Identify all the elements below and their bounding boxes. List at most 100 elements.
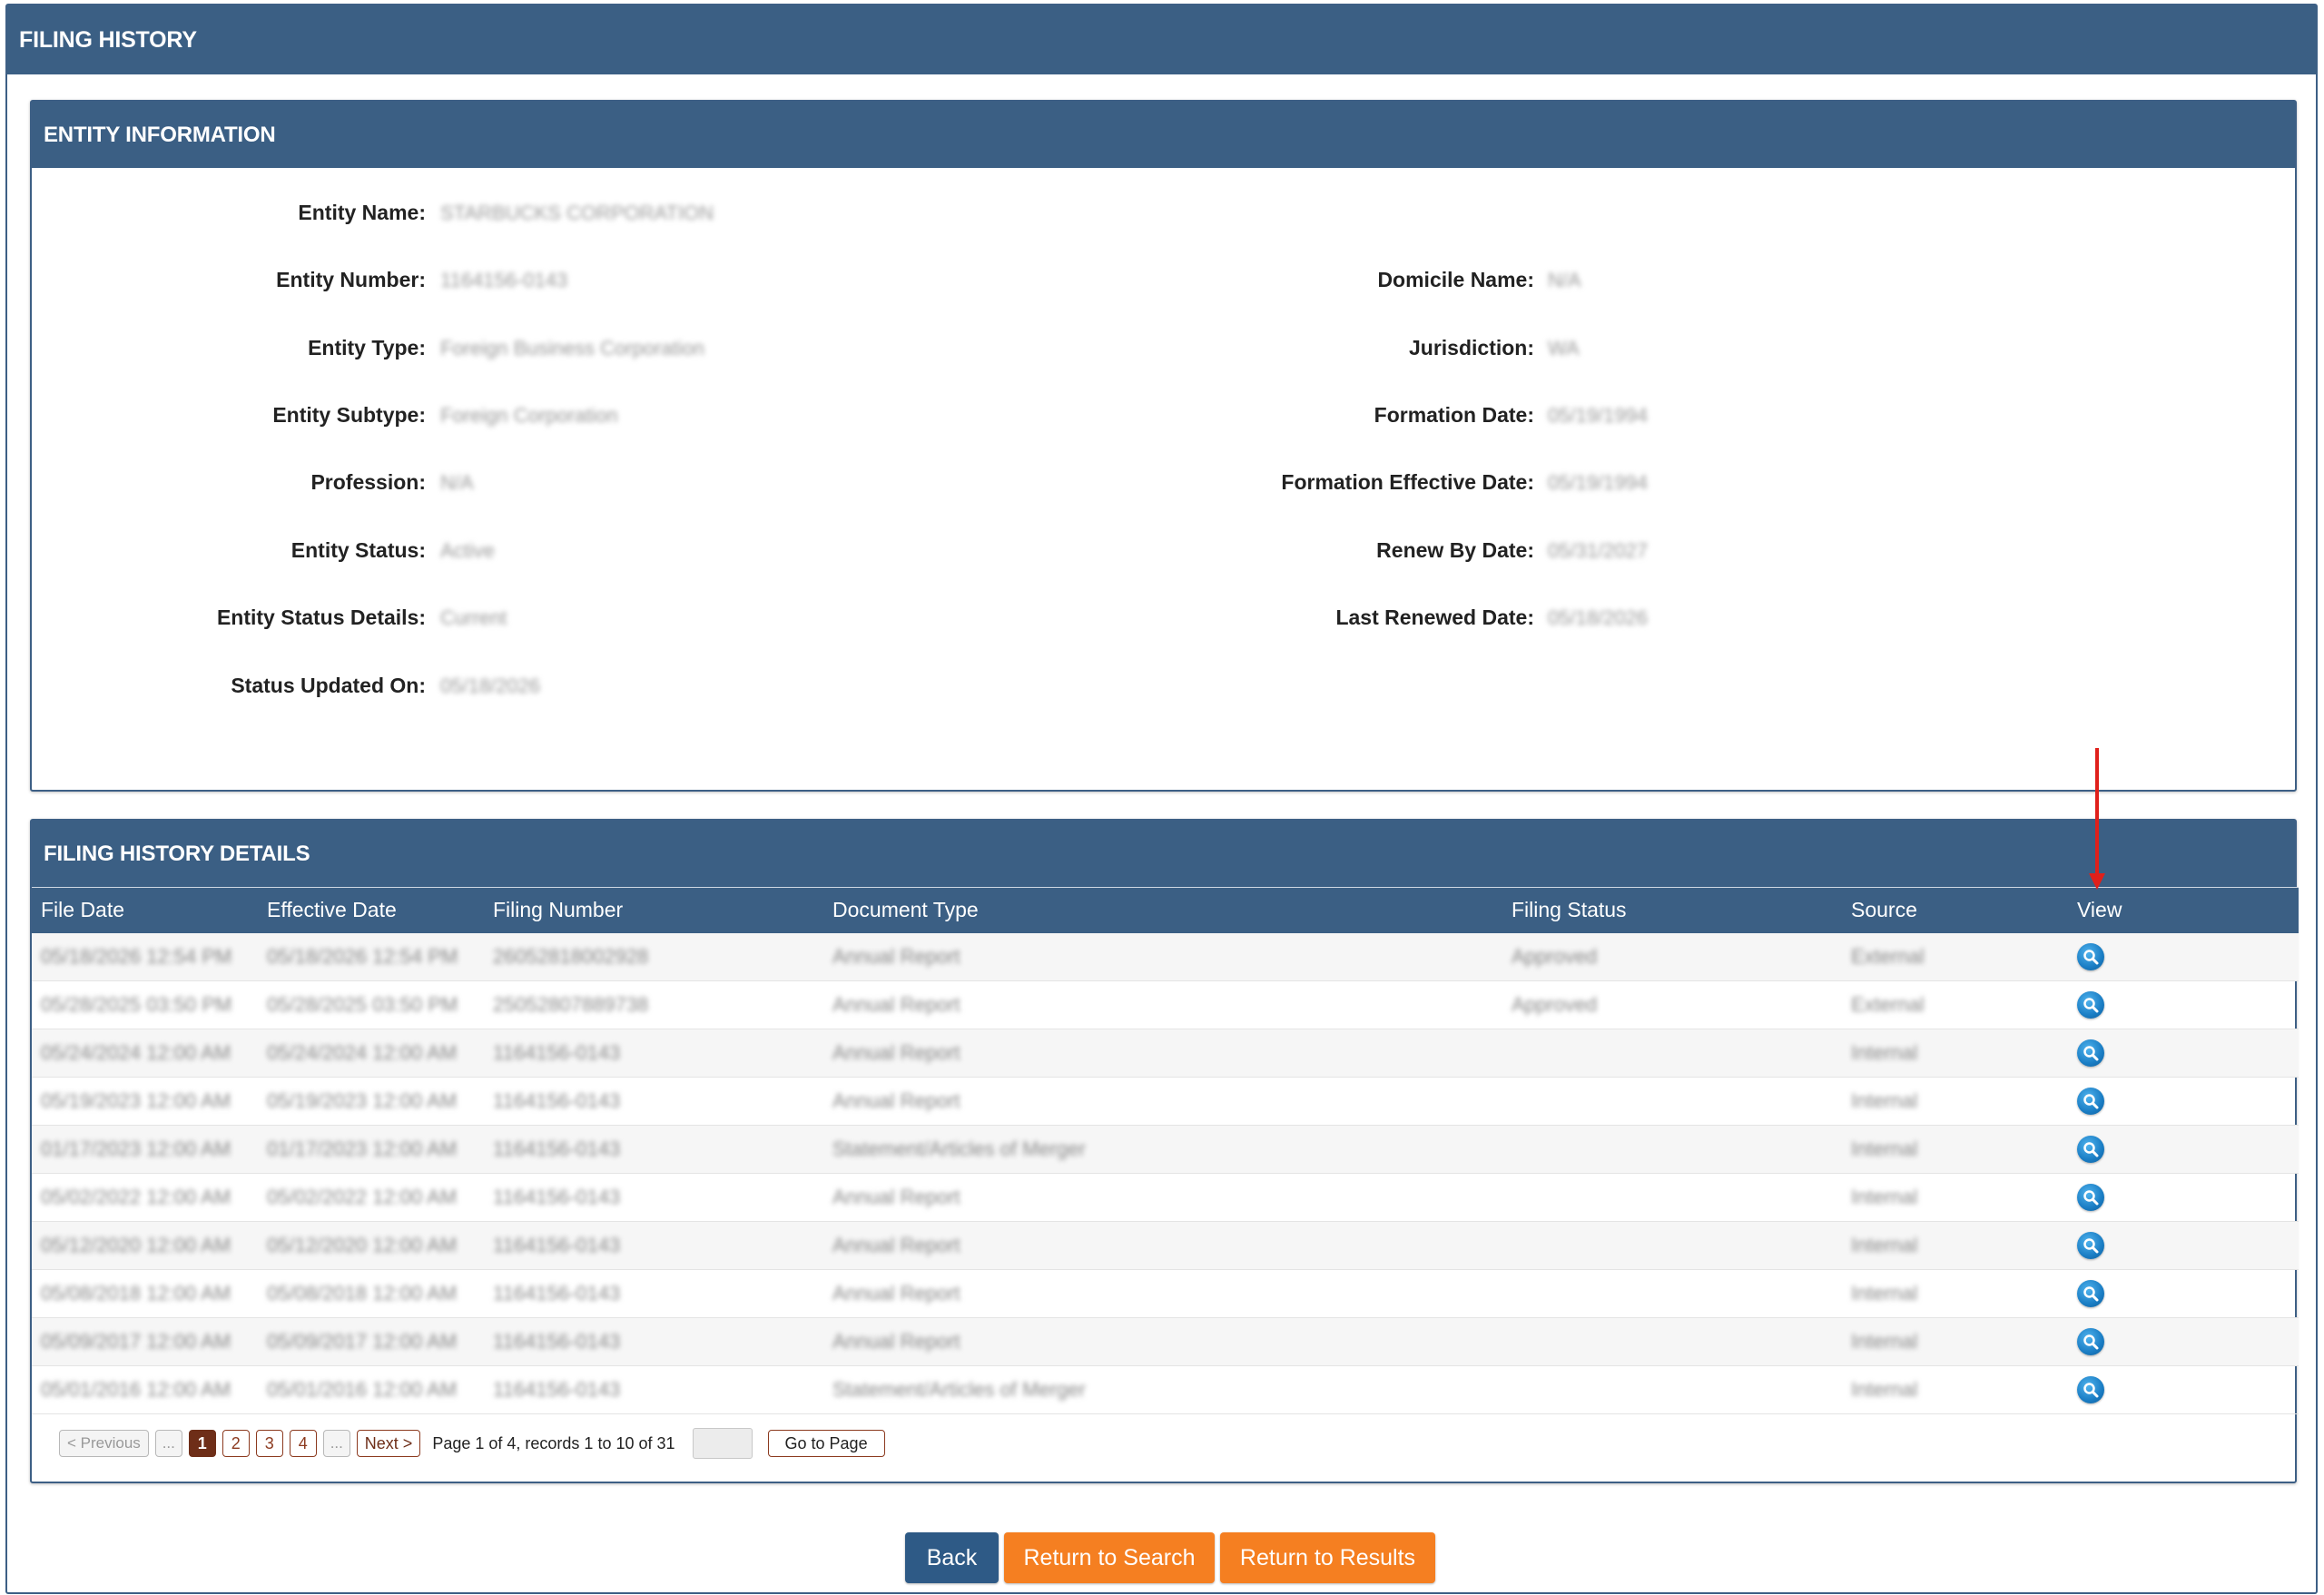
cell-filing-number: 26052818002928 [484, 933, 823, 981]
magnifier-view-icon[interactable] [2077, 1088, 2104, 1115]
col-file-date[interactable]: File Date [32, 888, 258, 933]
renew-by-date-label: Renew By Date: [1376, 538, 1534, 562]
col-document-type[interactable]: Document Type [823, 888, 1502, 933]
cell-document-type: Annual Report [823, 981, 1502, 1029]
cell-file-date: 05/02/2022 12:00 AM [32, 1174, 258, 1222]
col-filing-number[interactable]: Filing Number [484, 888, 823, 933]
cell-effective-date-text: 05/02/2022 12:00 AM [267, 1186, 458, 1208]
page-button-4[interactable]: 4 [289, 1430, 317, 1457]
last-renewed-date-value: 05/18/2026 [1548, 606, 1649, 629]
back-button[interactable]: Back [905, 1532, 999, 1583]
domicile-name-label: Domicile Name: [1377, 268, 1534, 291]
entity-number-value: 1164156-0143 [440, 269, 568, 291]
cell-effective-date-text: 05/24/2024 12:00 AM [267, 1041, 458, 1064]
entity-status-details-label: Entity Status Details: [216, 606, 426, 629]
cell-view [2068, 1222, 2299, 1270]
cell-filing-number-text: 1164156-0143 [493, 1330, 621, 1353]
cell-filing-number: 1164156-0143 [484, 1222, 823, 1270]
cell-filing-status: Approved [1502, 933, 1842, 981]
cell-view [2068, 1029, 2299, 1078]
formation-effective-date-value: 05/19/1994 [1548, 471, 1649, 494]
cell-filing-status [1502, 1366, 1842, 1414]
cell-filing-number-text: 1164156-0143 [493, 1186, 621, 1208]
magnifier-view-icon[interactable] [2077, 942, 2104, 970]
cell-filing-number: 25052807889738 [484, 981, 823, 1029]
cell-source: Internal [1842, 1222, 2068, 1270]
entity-information-title: ENTITY INFORMATION [32, 102, 2295, 168]
next-page-button[interactable]: Next > [356, 1430, 421, 1457]
magnifier-view-icon[interactable] [2077, 991, 2104, 1019]
table-row: 05/02/2022 12:00 AM 05/02/2022 12:00 AM 11… [32, 1174, 2299, 1222]
previous-page-button[interactable]: < Previous [59, 1430, 149, 1457]
profession-value: N/A [440, 471, 474, 494]
table-row: 05/12/2020 12:00 AM 05/12/2020 12:00 AM 11… [32, 1221, 2299, 1270]
page-button-1[interactable]: 1 [188, 1430, 216, 1457]
cell-file-date-text: 05/12/2020 12:00 AM [41, 1234, 231, 1256]
magnifier-view-icon[interactable] [2077, 1039, 2104, 1067]
table-row: 05/24/2024 12:00 AM 05/24/2024 12:00 AM 11… [32, 1029, 2299, 1078]
cell-document-type: Annual Report [823, 1318, 1502, 1366]
magnifier-view-icon[interactable] [2077, 1376, 2104, 1403]
cell-filing-status [1502, 1270, 1842, 1318]
cell-document-type-text: Annual Report [832, 1041, 960, 1064]
cell-file-date: 05/12/2020 12:00 AM [32, 1222, 258, 1270]
cell-file-date: 05/01/2016 12:00 AM [32, 1366, 258, 1414]
cell-file-date-text: 05/02/2022 12:00 AM [41, 1186, 231, 1208]
pager-ellipsis-end[interactable]: ... [322, 1430, 350, 1457]
cell-document-type: Annual Report [823, 1078, 1502, 1126]
cell-filing-status: Approved [1502, 981, 1842, 1029]
cell-document-type-text: Statement/Articles of Merger [832, 1378, 1086, 1401]
magnifier-view-icon[interactable] [2077, 1232, 2104, 1259]
entity-information-panel: ENTITY INFORMATION Entity Name: STARBUCK… [30, 100, 2297, 792]
page-button-2[interactable]: 2 [222, 1430, 250, 1457]
magnifier-view-icon[interactable] [2077, 1184, 2104, 1211]
cell-effective-date: 05/08/2018 12:00 AM [258, 1270, 484, 1318]
magnifier-view-icon[interactable] [2077, 1328, 2104, 1355]
table-body: 05/18/2026 12:54 PM 05/18/2026 12:54 PM 26… [32, 932, 2299, 1414]
cell-file-date-text: 05/19/2023 12:00 AM [41, 1089, 231, 1112]
col-view: View [2077, 898, 2122, 922]
cell-filing-status [1502, 1078, 1842, 1126]
cell-effective-date-text: 05/18/2026 12:54 PM [267, 944, 458, 968]
cell-view [2068, 1174, 2299, 1222]
table-row: 05/19/2023 12:00 AM 05/19/2023 12:00 AM 11… [32, 1078, 2299, 1126]
cell-filing-number-text: 1164156-0143 [493, 1378, 621, 1401]
entity-status-details-value: Current [440, 606, 507, 629]
table-row: 05/28/2025 03:50 PM 05/28/2025 03:50 PM 25… [32, 981, 2299, 1029]
entity-status-value: Active [440, 539, 495, 562]
cell-document-type-text: Annual Report [832, 1186, 960, 1208]
action-bar: Back Return to Search Return to Results [905, 1532, 1435, 1583]
cell-effective-date: 05/01/2016 12:00 AM [258, 1366, 484, 1414]
cell-file-date-text: 05/08/2018 12:00 AM [41, 1282, 231, 1305]
magnifier-view-icon[interactable] [2077, 1280, 2104, 1307]
cell-filing-number: 1164156-0143 [484, 1366, 823, 1414]
return-to-search-button[interactable]: Return to Search [1004, 1532, 1215, 1583]
filing-history-window: FILING HISTORY ENTITY INFORMATION Entity… [5, 4, 2318, 1594]
jurisdiction-value: WA [1548, 337, 1580, 359]
cell-source-text: Internal [1851, 1186, 1918, 1208]
table-row: 05/18/2026 12:54 PM 05/18/2026 12:54 PM 26… [32, 932, 2299, 981]
cell-source: Internal [1842, 1078, 2068, 1126]
go-to-page-button[interactable]: Go to Page [767, 1430, 885, 1457]
table-header-row: File Date Effective Date Filing Number D… [32, 887, 2299, 933]
return-to-results-button[interactable]: Return to Results [1220, 1532, 1435, 1583]
status-updated-on-label: Status Updated On: [231, 674, 426, 697]
col-effective-date[interactable]: Effective Date [258, 888, 484, 933]
magnifier-view-icon[interactable] [2077, 1136, 2104, 1163]
cell-filing-status [1502, 1126, 1842, 1174]
cell-view [2068, 933, 2299, 981]
cell-effective-date: 05/19/2023 12:00 AM [258, 1078, 484, 1126]
page-button-3[interactable]: 3 [255, 1430, 283, 1457]
cell-effective-date-text: 05/12/2020 12:00 AM [267, 1234, 458, 1256]
cell-document-type-text: Annual Report [832, 1089, 960, 1112]
cell-source-text: External [1851, 944, 1925, 968]
entity-number-label: Entity Number: [276, 268, 426, 291]
pager: < Previous ... 1 2 3 4 ... Next > Page 1… [59, 1427, 885, 1460]
cell-filing-number: 1164156-0143 [484, 1318, 823, 1366]
cell-file-date: 05/08/2018 12:00 AM [32, 1270, 258, 1318]
go-to-page-input[interactable] [692, 1428, 753, 1459]
col-source[interactable]: Source [1842, 888, 2068, 933]
cell-file-date-text: 05/09/2017 12:00 AM [41, 1330, 231, 1353]
col-filing-status[interactable]: Filing Status [1502, 888, 1842, 933]
pager-ellipsis-start[interactable]: ... [154, 1430, 182, 1457]
